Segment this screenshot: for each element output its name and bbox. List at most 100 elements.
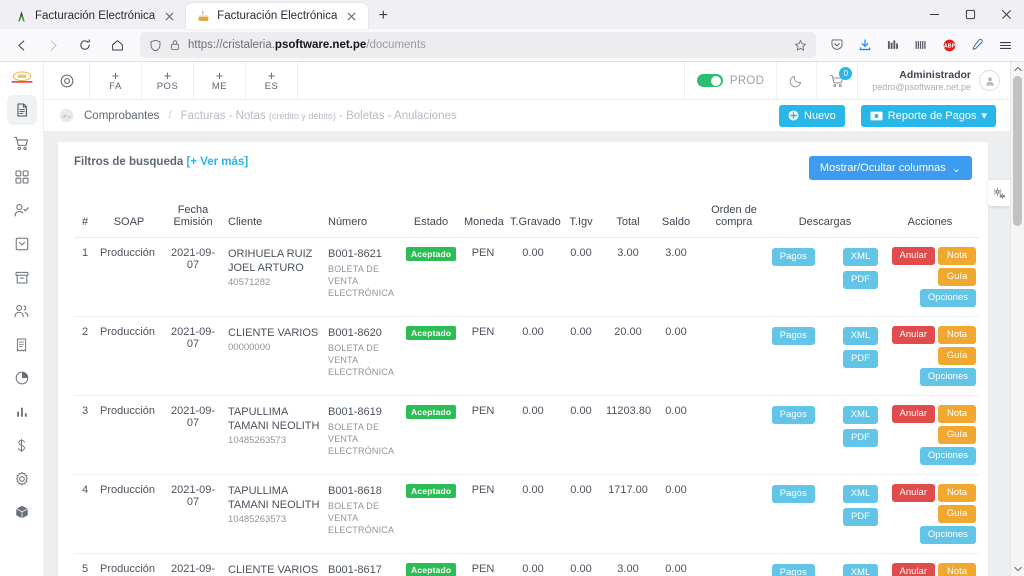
sidebar-item-productos[interactable]: [7, 162, 37, 192]
eyedropper-icon[interactable]: [964, 32, 990, 58]
adblock-icon[interactable]: ABP: [936, 32, 962, 58]
browser-tab-2[interactable]: Facturación Electrónica: [186, 3, 369, 29]
sidebar-item-almacen[interactable]: [7, 263, 37, 293]
nuevo-button[interactable]: Nuevo: [779, 104, 845, 127]
nota-button[interactable]: Nota: [938, 326, 976, 344]
avatar[interactable]: [979, 70, 1000, 91]
new-tab-button[interactable]: +: [370, 3, 396, 29]
guia-button[interactable]: Guía: [938, 505, 976, 523]
pdf-button[interactable]: PDF: [842, 429, 878, 447]
xml-button[interactable]: XML: [842, 485, 879, 503]
opciones-button[interactable]: Opciones: [919, 526, 976, 544]
theme-toggle-button[interactable]: [776, 62, 816, 99]
anular-button[interactable]: Anular: [891, 405, 935, 423]
forward-arrow-icon[interactable]: [38, 31, 68, 59]
cell-num: 4: [74, 474, 96, 554]
pagos-button[interactable]: Pagos: [771, 327, 815, 345]
nota-button[interactable]: Nota: [938, 405, 976, 423]
dollar-icon: [18, 438, 25, 452]
pocket-icon[interactable]: [824, 32, 850, 58]
anular-button[interactable]: Anular: [891, 484, 935, 502]
vertical-scrollbar[interactable]: [1010, 62, 1024, 576]
scrollbar-thumb[interactable]: [1013, 76, 1022, 226]
table-row[interactable]: 4 Producción 2021-09-07 TAPULLIMA TAMANI…: [74, 474, 980, 554]
scrollbar-track[interactable]: [1011, 76, 1024, 562]
back-arrow-icon[interactable]: [6, 31, 36, 59]
sidebar-item-inventario[interactable]: [7, 229, 37, 259]
opciones-button[interactable]: Opciones: [919, 289, 976, 307]
cart-button[interactable]: 0: [816, 62, 857, 99]
xml-button[interactable]: XML: [842, 406, 879, 424]
reporte-pagos-button[interactable]: Reporte de Pagos ▾: [860, 104, 996, 127]
opciones-button[interactable]: Opciones: [919, 368, 976, 386]
star-icon[interactable]: [794, 39, 807, 52]
ver-mas-link[interactable]: [+ Ver más]: [186, 156, 248, 168]
anular-button[interactable]: Anular: [891, 247, 935, 265]
home-icon[interactable]: [102, 31, 132, 59]
scroll-down-arrow-icon[interactable]: [1013, 562, 1022, 576]
cell-descargas: Pagos XML PDF: [770, 395, 880, 475]
sidebar-item-paquetes[interactable]: [7, 497, 37, 527]
sidebar-item-logo[interactable]: [7, 64, 37, 86]
browser-tab-1[interactable]: Facturación Electrónica: [4, 3, 186, 29]
guia-button[interactable]: Guía: [938, 347, 976, 365]
env-toggle[interactable]: PROD: [683, 62, 776, 99]
pdf-button[interactable]: PDF: [842, 271, 878, 289]
close-icon[interactable]: [344, 9, 359, 24]
breadcrumb-root[interactable]: Comprobantes: [84, 110, 159, 122]
toggle-columns-button[interactable]: Mostrar/Ocultar columnas ⌄: [808, 156, 972, 180]
reload-icon[interactable]: [70, 31, 100, 59]
scroll-up-arrow-icon[interactable]: [1013, 62, 1022, 76]
library-icon[interactable]: [880, 32, 906, 58]
close-icon[interactable]: [162, 9, 177, 24]
pagos-button[interactable]: Pagos: [771, 485, 815, 503]
pdf-button[interactable]: PDF: [842, 350, 878, 368]
sidebar-item-compras[interactable]: [7, 129, 37, 159]
minimize-icon[interactable]: [916, 0, 952, 29]
sidebar-item-comprobantes[interactable]: [6, 95, 37, 125]
anular-button[interactable]: Anular: [891, 326, 935, 344]
xml-button[interactable]: XML: [842, 248, 879, 266]
anular-button[interactable]: Anular: [891, 563, 935, 576]
nota-button[interactable]: Nota: [938, 563, 976, 576]
table-row[interactable]: 3 Producción 2021-09-07 TAPULLIMA TAMANI…: [74, 395, 980, 475]
address-bar[interactable]: https://cristaleria.psoftware.net.pe/doc…: [140, 32, 816, 58]
downloads-icon[interactable]: [852, 32, 878, 58]
lock-icon[interactable]: [169, 39, 181, 51]
new-es-button[interactable]: + ES: [246, 62, 298, 99]
sidebar-item-estadisticas[interactable]: [7, 397, 37, 427]
new-pos-button[interactable]: + POS: [142, 62, 194, 99]
sidebar-item-reportes[interactable]: [7, 363, 37, 393]
target-button[interactable]: [44, 62, 90, 99]
sidebar-item-clientes[interactable]: [7, 196, 37, 226]
pagos-button[interactable]: Pagos: [771, 564, 815, 576]
opciones-button[interactable]: Opciones: [919, 447, 976, 465]
url-text[interactable]: https://cristaleria.psoftware.net.pe/doc…: [188, 39, 787, 51]
pagos-button[interactable]: Pagos: [771, 406, 815, 424]
table-row[interactable]: 5 Producción 2021-09-07 CLIENTE VARIOS 0…: [74, 553, 980, 576]
nota-button[interactable]: Nota: [938, 247, 976, 265]
user-menu[interactable]: Administrador pedro@psoftware.net.pe: [857, 62, 1010, 99]
toggle-switch[interactable]: [696, 74, 723, 87]
sidebar-item-caja[interactable]: [7, 330, 37, 360]
shield-icon[interactable]: [149, 39, 162, 52]
sidebar-item-finanzas[interactable]: [7, 430, 37, 460]
table-row[interactable]: 2 Producción 2021-09-07 CLIENTE VARIOS 0…: [74, 316, 980, 396]
new-me-button[interactable]: + ME: [194, 62, 246, 99]
close-icon[interactable]: [988, 0, 1024, 29]
sidebar-item-configuracion[interactable]: [7, 464, 37, 494]
guia-button[interactable]: Guía: [938, 426, 976, 444]
xml-button[interactable]: XML: [842, 564, 879, 576]
restore-icon[interactable]: [952, 0, 988, 29]
new-fa-button[interactable]: + FA: [90, 62, 142, 99]
sidebar-icon[interactable]: [908, 32, 934, 58]
sidebar-item-usuarios[interactable]: [7, 296, 37, 326]
pdf-button[interactable]: PDF: [842, 508, 878, 526]
menu-icon[interactable]: [992, 32, 1018, 58]
nota-button[interactable]: Nota: [938, 484, 976, 502]
pagos-button[interactable]: Pagos: [771, 248, 815, 266]
settings-gears-icon[interactable]: [988, 180, 1010, 206]
xml-button[interactable]: XML: [842, 327, 879, 345]
guia-button[interactable]: Guía: [938, 268, 976, 286]
table-row[interactable]: 1 Producción 2021-09-07 ORIHUELA RUIZ JO…: [74, 237, 980, 317]
